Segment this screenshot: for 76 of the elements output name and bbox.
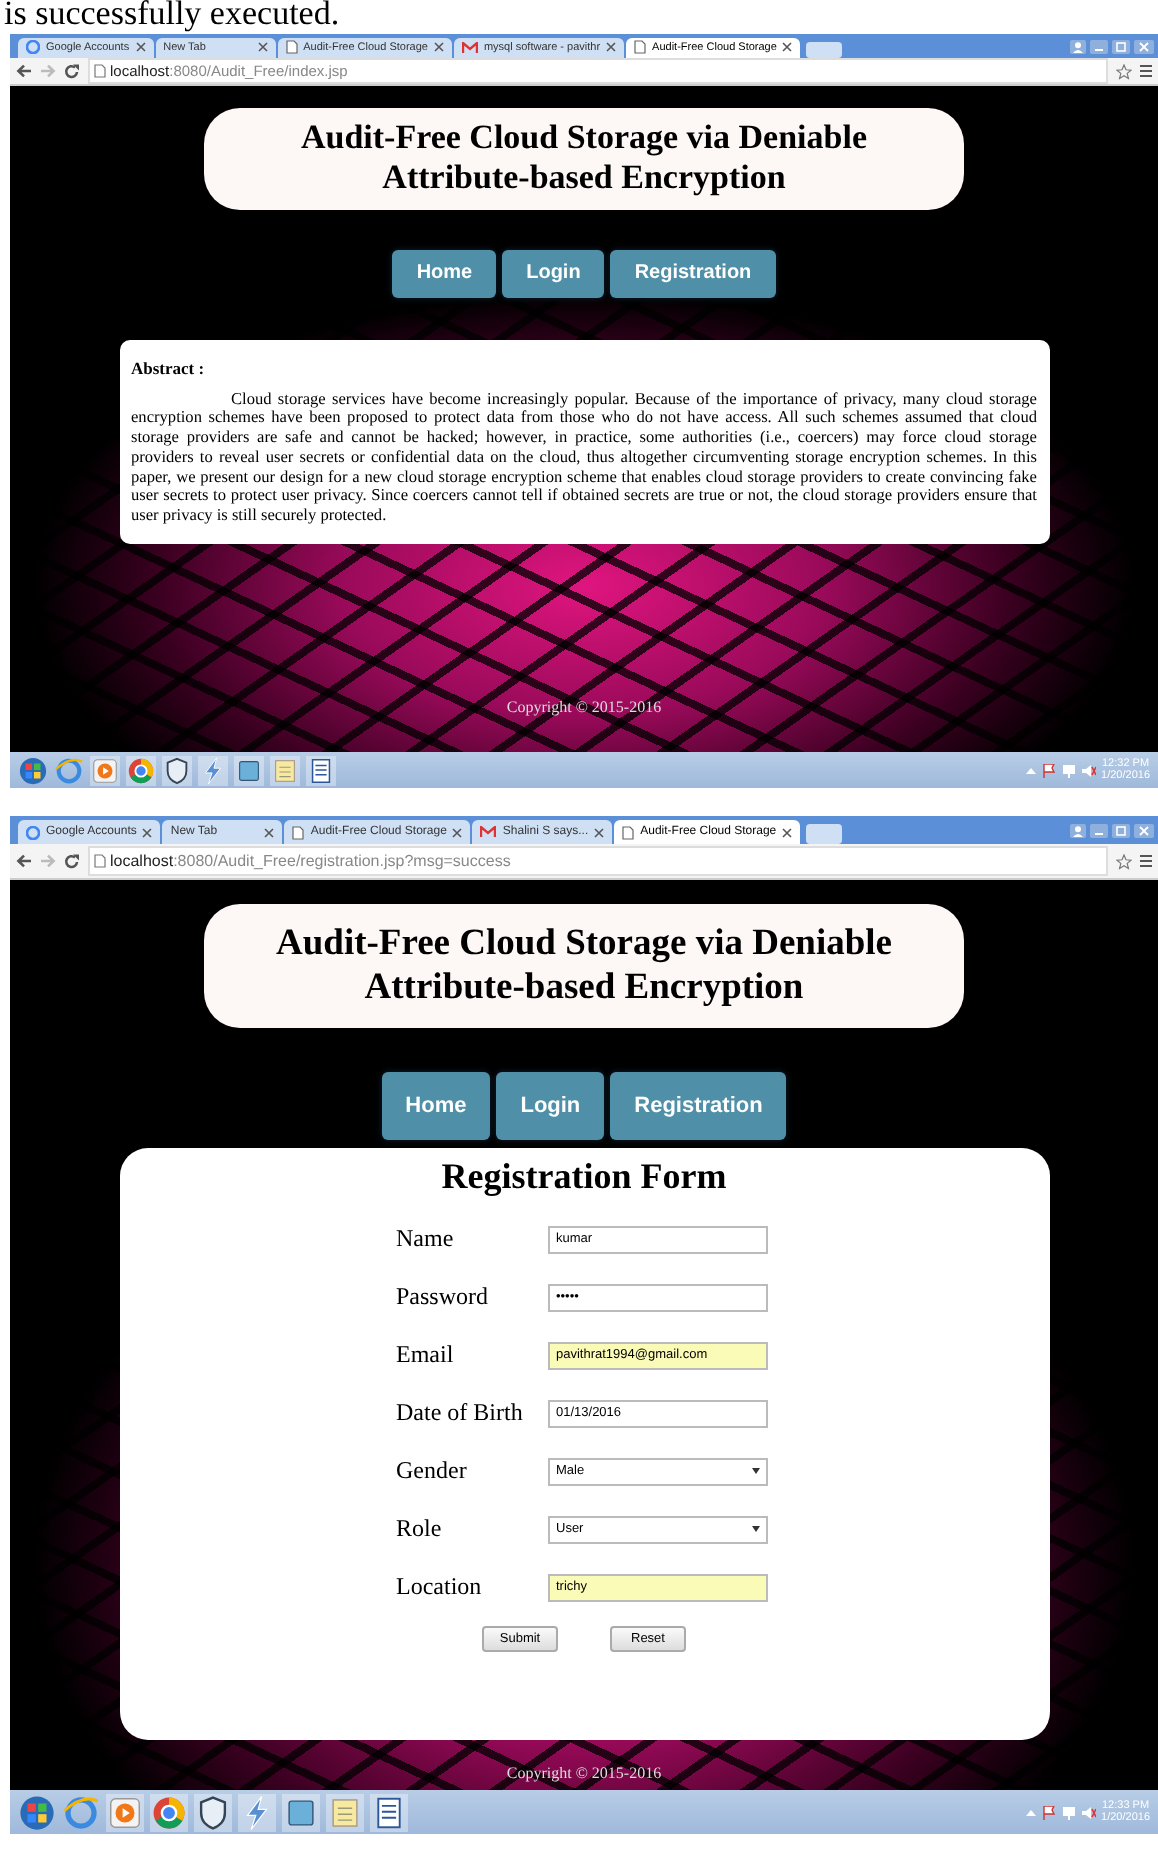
site-title: Audit-Free Cloud Storage via Deniable Attribute-based Encryption — [204, 904, 964, 1029]
speaker-icon[interactable] — [1081, 763, 1096, 777]
tablet-icon[interactable] — [282, 1793, 320, 1831]
mail-icon — [461, 41, 478, 54]
close-icon[interactable] — [142, 827, 153, 838]
wheel-icon[interactable] — [126, 755, 156, 785]
caret-icon — [752, 1468, 760, 1475]
menu-icon[interactable] — [1140, 854, 1152, 868]
star-icon[interactable] — [1116, 63, 1132, 79]
reload-icon[interactable] — [64, 63, 80, 79]
form-title: Registration Form — [441, 1156, 727, 1199]
copyright-text: Copyright © 2015-2016 — [506, 1764, 662, 1782]
caret-icon — [752, 1526, 760, 1533]
play-icon[interactable] — [90, 755, 120, 785]
field-label: Email — [394, 1340, 454, 1371]
play-icon[interactable] — [106, 1793, 144, 1831]
flag-icon[interactable] — [1041, 763, 1056, 777]
nav-button[interactable]: Login — [502, 249, 605, 298]
shield-icon[interactable] — [162, 755, 192, 785]
abstract-heading: Abstract : — [131, 357, 207, 378]
field-label: Name — [394, 1224, 454, 1255]
page-icon — [622, 825, 635, 840]
speaker-icon[interactable] — [1081, 1805, 1096, 1819]
field-label: Gender — [394, 1456, 467, 1487]
close-icon[interactable] — [1134, 823, 1154, 837]
page-icon — [285, 40, 298, 55]
mail-icon — [480, 826, 497, 839]
page-icon — [634, 40, 647, 55]
close-icon[interactable] — [264, 827, 275, 838]
field-label: Role — [394, 1514, 442, 1545]
close-icon[interactable] — [782, 42, 793, 53]
minimize-icon[interactable] — [1090, 39, 1108, 53]
start-orb-icon[interactable] — [18, 755, 48, 785]
field-label: Password — [394, 1282, 489, 1313]
reload-icon[interactable] — [64, 853, 80, 869]
nav-button[interactable]: Login — [496, 1072, 605, 1141]
close-icon[interactable] — [782, 827, 793, 838]
nav-button[interactable]: Home — [381, 1072, 491, 1141]
maximize-icon[interactable] — [1112, 823, 1130, 837]
close-icon[interactable] — [594, 827, 605, 838]
tablet-icon[interactable] — [234, 755, 264, 785]
close-icon[interactable] — [257, 42, 268, 53]
new-tab-button[interactable] — [806, 824, 843, 844]
flag-icon[interactable] — [1041, 1805, 1056, 1819]
shield-icon[interactable] — [194, 1793, 232, 1831]
field-label: Location — [394, 1572, 482, 1603]
close-icon[interactable] — [135, 42, 146, 53]
copyright-text: Copyright © 2015-2016 — [506, 698, 662, 716]
start-orb-icon[interactable] — [18, 1793, 56, 1831]
star-icon[interactable] — [1116, 853, 1132, 869]
person-icon[interactable] — [1070, 39, 1086, 53]
nav-button[interactable]: Registration — [610, 1072, 787, 1141]
page-icon — [94, 854, 106, 868]
close-icon[interactable] — [606, 42, 617, 53]
page-icon — [94, 63, 106, 78]
page-icon — [292, 825, 305, 840]
maximize-icon[interactable] — [1112, 39, 1130, 53]
wheel-icon[interactable] — [150, 1793, 188, 1831]
menu-icon[interactable] — [1140, 64, 1152, 78]
back-icon[interactable] — [16, 854, 32, 868]
nav-button[interactable]: Registration — [610, 249, 776, 298]
caption-text: is successfully executed. — [2, 0, 340, 30]
minimize-icon[interactable] — [1090, 823, 1108, 837]
back-icon[interactable] — [16, 64, 32, 78]
person-icon[interactable] — [1070, 823, 1086, 837]
field-label: Date of Birth — [394, 1398, 523, 1429]
new-tab-button[interactable] — [806, 41, 843, 58]
site-title: Audit-Free Cloud Storage via Deniable Attribute-based Encryption — [204, 108, 964, 210]
url-field[interactable]: localhost:8080/Audit_Free/registration.jsp?msg=success — [88, 845, 1108, 877]
close-icon[interactable] — [452, 827, 463, 838]
close-icon[interactable] — [433, 42, 444, 53]
document-icon[interactable] — [370, 1793, 408, 1831]
nav-button[interactable]: Home — [392, 249, 497, 298]
document-icon[interactable] — [306, 755, 336, 785]
close-icon[interactable] — [1134, 39, 1154, 53]
abstract-text: Cloud storage services have become increasingly popular. Because of the importance of privacy, many cloud storage encryption schemes have been proposed to protect data from those who do not have access. All such schemes assumed that cloud storage providers are safe and cannot be hacked; however, in practice, some authorities (i.e., coercers) may force cloud storage providers to reveal user secrets or confidential data on the cloud, thus altogether circumventing storage encryption schemes. In this paper, we present our design for a new cloud storage encryption scheme that enables cloud storage providers to create convincing fake user secrets to protect user privacy. Since coercers cannot tell if obtained secrets are true or not, the cloud storage providers ensure that user privacy is still securely protected. — [131, 389, 1037, 526]
